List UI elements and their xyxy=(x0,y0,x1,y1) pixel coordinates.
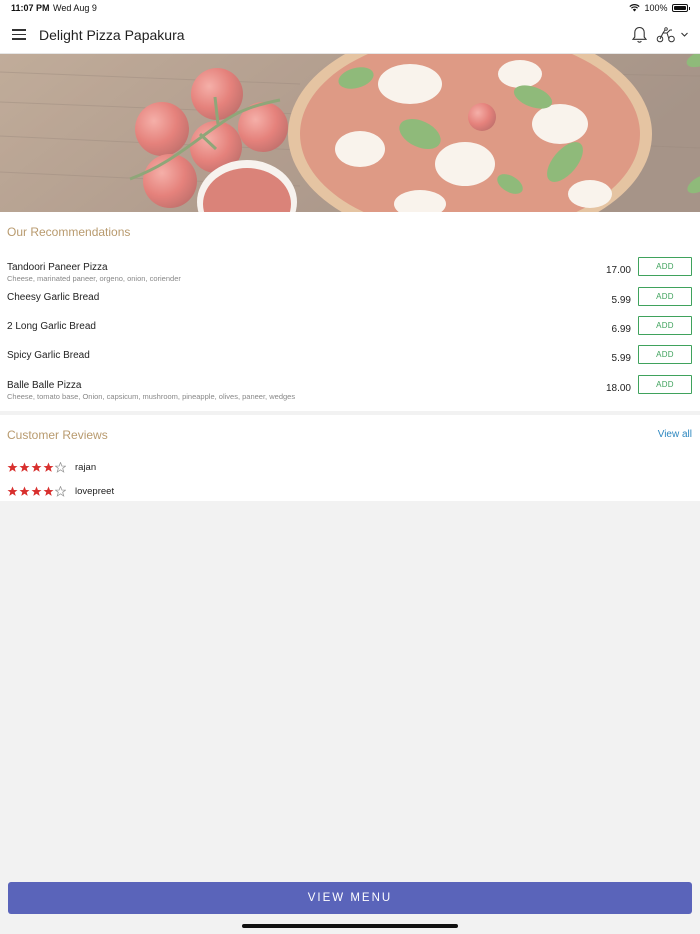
chevron-down-icon[interactable] xyxy=(680,30,689,39)
star-filled-icon xyxy=(43,486,54,496)
star-filled-icon xyxy=(19,486,30,496)
menu-item-price: 5.99 xyxy=(611,353,631,364)
battery-icon xyxy=(671,4,688,12)
battery-percent: 100% xyxy=(644,3,668,13)
bell-icon[interactable] xyxy=(631,26,648,44)
status-right: 100% xyxy=(629,3,690,13)
reviewer-name: rajan xyxy=(75,461,97,473)
add-button[interactable]: ADD xyxy=(638,257,692,276)
recommendations-section: Our Recommendations Tandoori Paneer Pizz… xyxy=(0,212,700,411)
menu-item-description: Cheese, marinated paneer, orgeno, onion,… xyxy=(7,274,181,283)
star-rating xyxy=(7,461,66,473)
review-item: rajan xyxy=(7,460,96,474)
menu-item: Cheesy Garlic Bread 5.99 ADD xyxy=(0,287,700,321)
star-filled-icon xyxy=(31,486,42,496)
pizza-photo xyxy=(0,54,700,212)
view-all-link[interactable]: View all xyxy=(658,429,692,440)
menu-item-name: Cheesy Garlic Bread xyxy=(7,292,100,303)
add-button[interactable]: ADD xyxy=(638,375,692,394)
wifi-icon xyxy=(629,4,641,12)
home-indicator xyxy=(242,924,458,928)
battery-nub xyxy=(688,6,690,10)
menu-item-price: 17.00 xyxy=(605,265,631,276)
menu-item: Tandoori Paneer Pizza Cheese, marinated … xyxy=(0,257,700,291)
star-filled-icon xyxy=(31,462,42,472)
menu-item-description: Cheese, tomato base, Onion, capsicum, mu… xyxy=(7,392,296,401)
menu-icon[interactable] xyxy=(12,29,26,40)
menu-item: 2 Long Garlic Bread 6.99 ADD xyxy=(0,316,700,350)
star-empty-icon xyxy=(55,485,66,497)
add-button[interactable]: ADD xyxy=(638,345,692,364)
star-filled-icon xyxy=(7,462,18,472)
menu-item: Balle Balle Pizza Cheese, tomato base, O… xyxy=(0,375,700,409)
menu-item-name: Balle Balle Pizza xyxy=(7,380,82,391)
reviewer-name: lovepreet xyxy=(75,485,115,497)
reviews-section: Customer Reviews View all rajan lovepree… xyxy=(0,415,700,501)
review-item: lovepreet xyxy=(7,484,114,498)
add-button[interactable]: ADD xyxy=(638,316,692,335)
menu-item-name: Spicy Garlic Bread xyxy=(7,350,90,361)
hero-banner-image xyxy=(0,54,700,212)
menu-item-price: 18.00 xyxy=(605,383,631,394)
menu-item-price: 6.99 xyxy=(611,324,631,335)
star-empty-icon xyxy=(55,461,66,473)
status-date: Wed Aug 9 xyxy=(53,3,97,13)
star-filled-icon xyxy=(7,486,18,496)
reviews-title: Customer Reviews xyxy=(7,428,108,442)
nav-bar: Delight Pizza Papakura xyxy=(0,17,700,54)
menu-item-price: 5.99 xyxy=(611,295,631,306)
status-bar: 11:07 PM Wed Aug 9 100% xyxy=(0,0,700,17)
menu-item: Spicy Garlic Bread 5.99 ADD xyxy=(0,345,700,379)
page-title: Delight Pizza Papakura xyxy=(39,27,185,43)
view-menu-button[interactable]: VIEW MENU xyxy=(8,882,692,914)
add-button[interactable]: ADD xyxy=(638,287,692,306)
menu-item-name: 2 Long Garlic Bread xyxy=(7,321,96,332)
star-rating xyxy=(7,485,66,497)
delivery-scooter-icon[interactable] xyxy=(656,27,676,43)
recommendations-title: Our Recommendations xyxy=(7,225,131,239)
star-filled-icon xyxy=(43,462,54,472)
star-filled-icon xyxy=(19,462,30,472)
status-time: 11:07 PM xyxy=(11,3,50,13)
menu-item-name: Tandoori Paneer Pizza xyxy=(7,262,108,273)
